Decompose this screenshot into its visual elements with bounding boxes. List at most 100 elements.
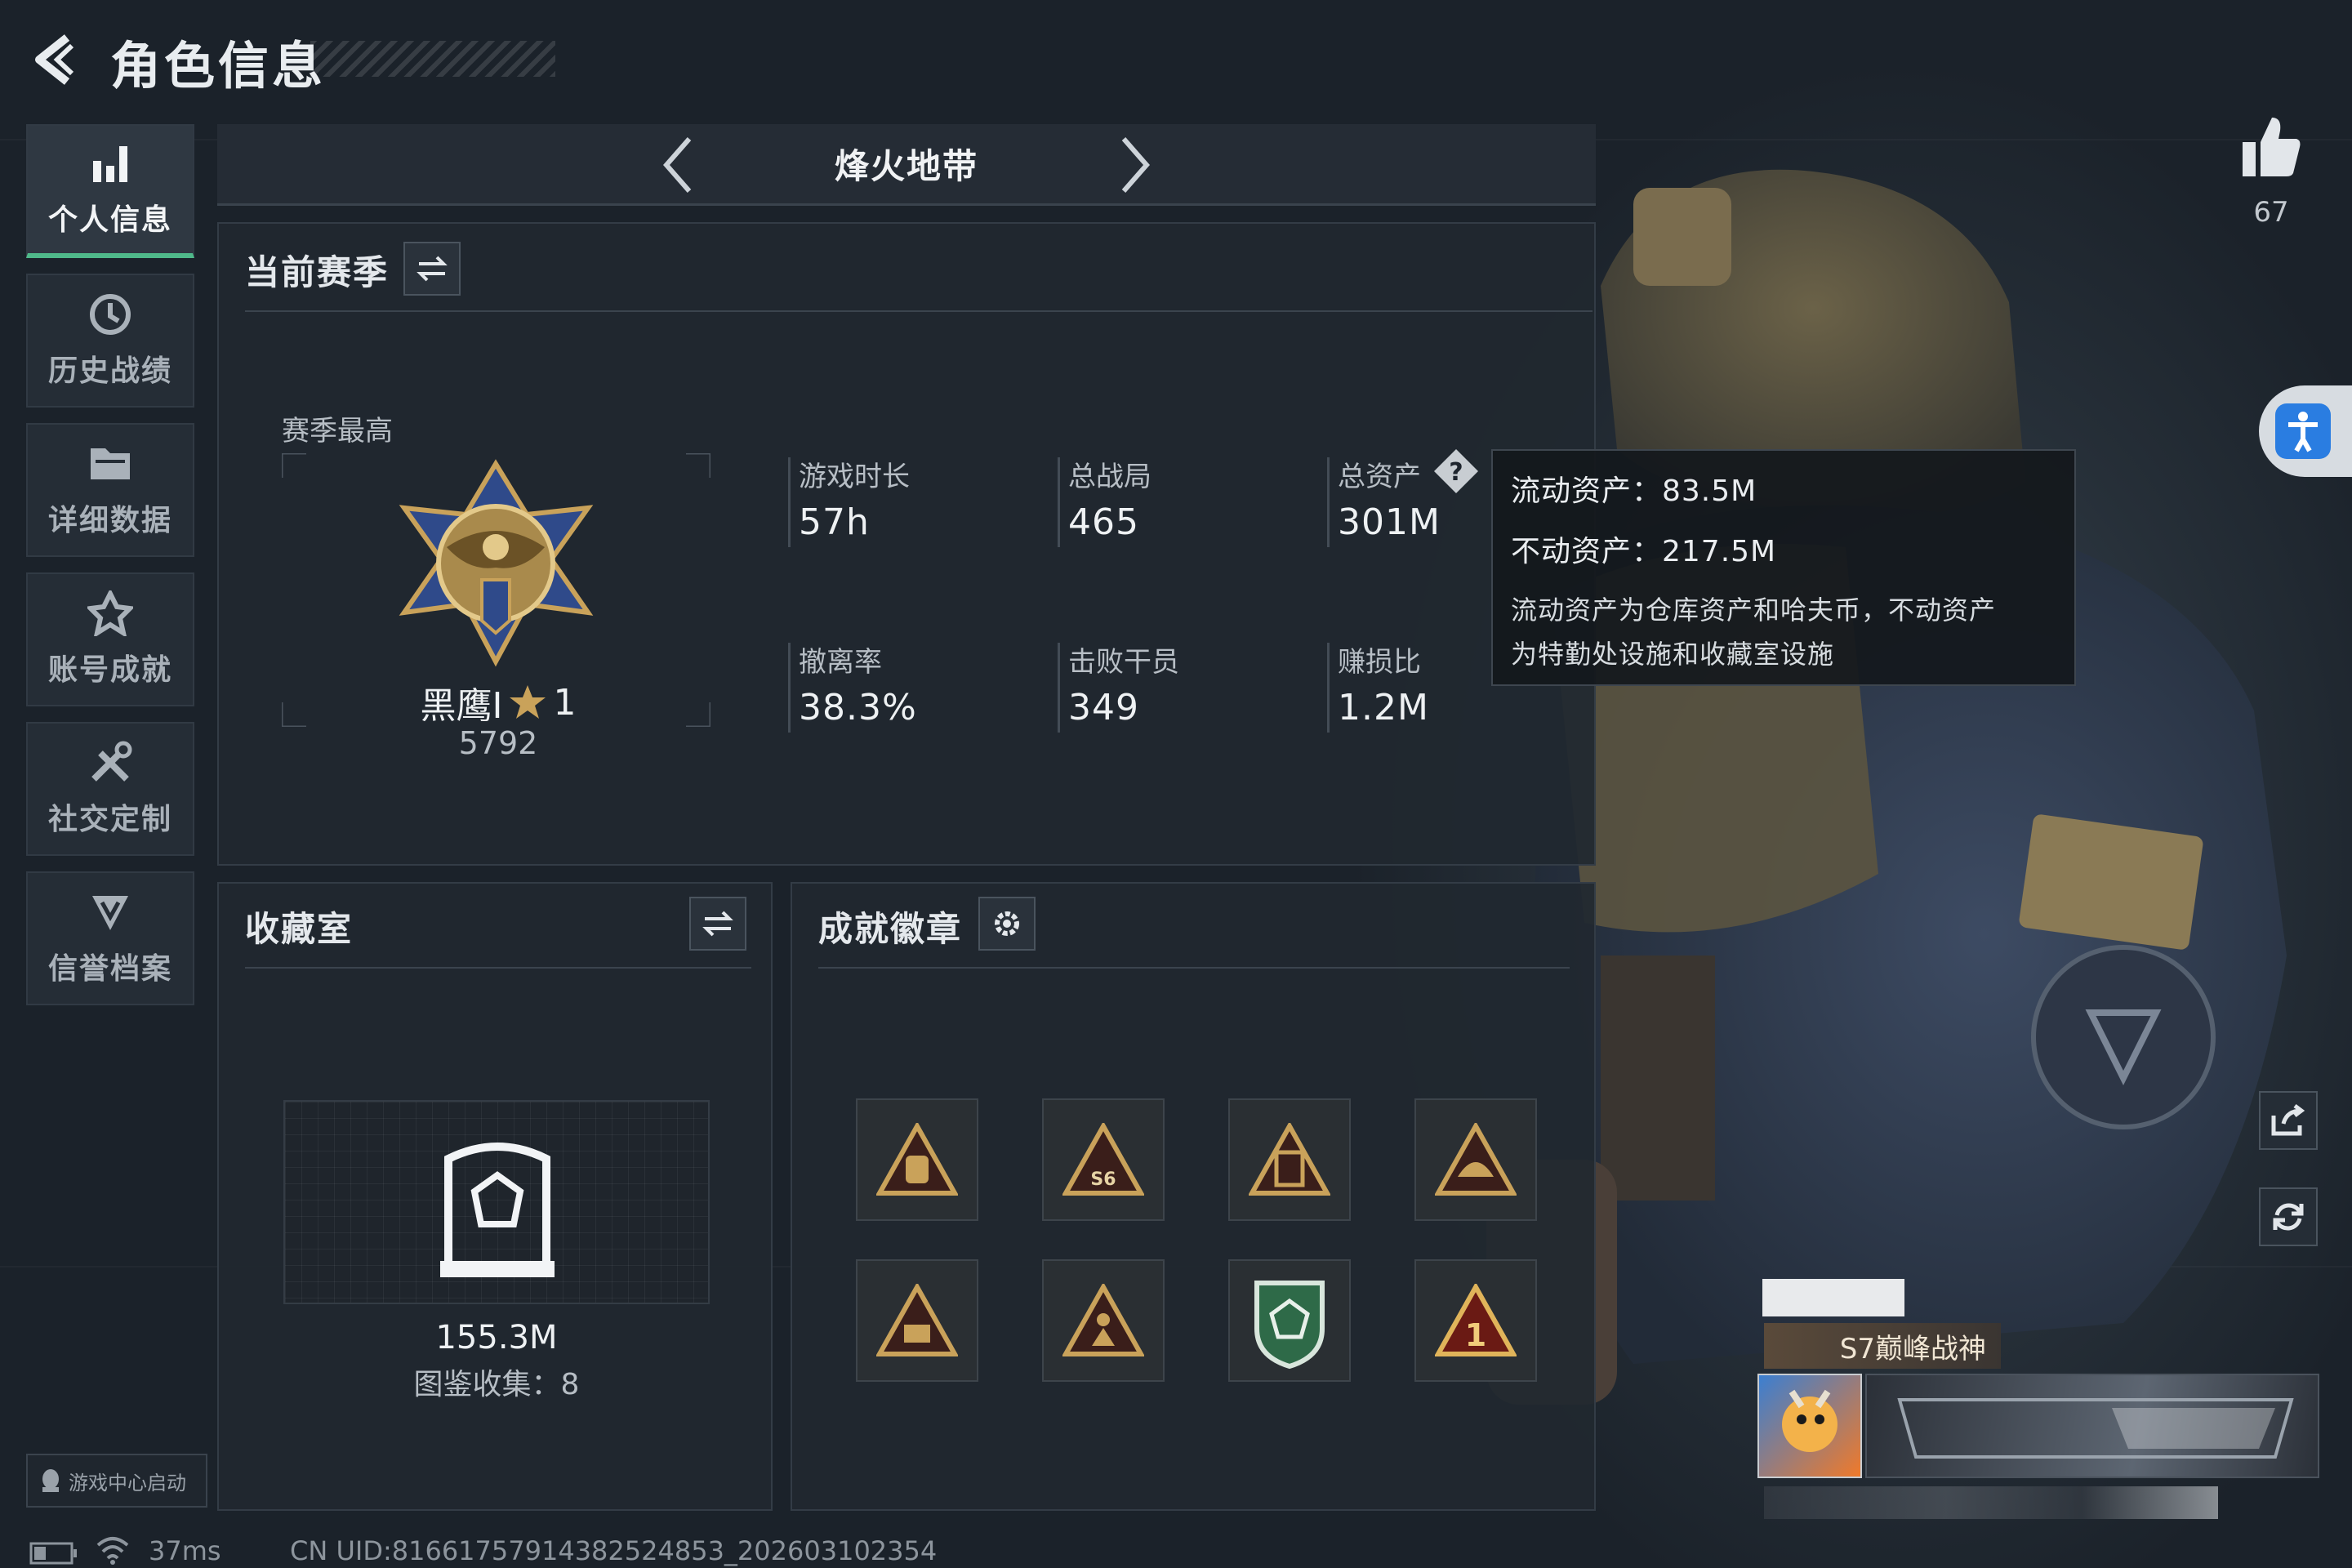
sidebar-item-detail-data[interactable]: 详细数据 xyxy=(26,423,194,557)
achievement-badge[interactable] xyxy=(1228,1259,1351,1382)
stat-extract-rate-value: 38.3% xyxy=(799,687,917,728)
achievement-badge[interactable] xyxy=(1414,1098,1537,1221)
shield-v-icon xyxy=(86,889,135,935)
banner-logo xyxy=(1897,1398,2294,1459)
thumbs-up-icon[interactable] xyxy=(2239,114,2303,180)
sidebar-item-label: 历史战绩 xyxy=(47,354,172,388)
rank-name: 黑鹰I xyxy=(420,685,503,727)
redacted-strip xyxy=(1764,1486,2218,1519)
stat-divider xyxy=(1058,457,1060,547)
sidebar-item-history[interactable]: 历史战绩 xyxy=(26,274,194,408)
season-title: 当前赛季 xyxy=(245,252,390,292)
battery-icon xyxy=(29,1542,77,1565)
stat-total-assets-label: 总资产 xyxy=(1338,461,1421,493)
bar-chart-icon xyxy=(86,140,135,186)
rank-name-row: 黑鹰I 1 xyxy=(368,676,629,728)
assets-tooltip: 流动资产：83.5M 不动资产：217.5M 流动资产为仓库资产和哈夫币，不动资… xyxy=(1491,449,2076,686)
map-name: 烽火地带 xyxy=(834,146,978,186)
name-redacted xyxy=(1762,1279,1904,1316)
avatar[interactable] xyxy=(1757,1374,1862,1478)
achievements-title: 成就徽章 xyxy=(818,909,963,949)
achievement-badge[interactable]: S6 xyxy=(1042,1098,1165,1221)
stat-divider xyxy=(1327,457,1330,547)
sidebar-item-label: 个人信息 xyxy=(47,203,172,237)
refresh-icon xyxy=(2273,1203,2304,1231)
game-center-button[interactable]: 游戏中心启动 xyxy=(26,1454,207,1508)
achievement-badge[interactable]: 1 xyxy=(1414,1259,1537,1382)
page-title: 角色信息 xyxy=(110,36,327,96)
divider xyxy=(245,967,751,969)
stat-total-matches-value: 465 xyxy=(1068,501,1139,543)
divider xyxy=(818,967,1570,969)
swap-icon xyxy=(416,256,448,282)
stat-kills-label: 击败干员 xyxy=(1068,646,1179,679)
switch-collection-button[interactable] xyxy=(689,897,746,951)
tools-icon xyxy=(86,740,135,786)
achievement-badge[interactable] xyxy=(1042,1259,1165,1382)
star-icon xyxy=(510,685,546,719)
ping-value: 37ms xyxy=(149,1535,221,1566)
tooltip-description-line1: 流动资产为仓库资产和哈夫币，不动资产 xyxy=(1511,595,1997,626)
stat-play-time-label: 游戏时长 xyxy=(799,461,910,493)
display-case-icon xyxy=(440,1143,555,1277)
uid-text: CN UID:8166175791438252485​3_20260310235… xyxy=(290,1535,938,1566)
rank-emblem-icon xyxy=(399,459,594,667)
collection-preview[interactable] xyxy=(283,1100,710,1304)
sidebar-item-label: 详细数据 xyxy=(47,504,172,537)
sidebar-item-achievements[interactable]: 账号成就 xyxy=(26,572,194,706)
sidebar-item-credit[interactable]: 信誉档案 xyxy=(26,871,194,1005)
chevron-right-icon xyxy=(1121,137,1150,193)
stat-total-assets-value: 301M xyxy=(1338,501,1441,543)
profile-banner-card[interactable] xyxy=(1865,1374,2319,1478)
prev-map-button[interactable] xyxy=(653,131,702,199)
accessibility-button[interactable] xyxy=(2259,385,2352,477)
rank-stars: 1 xyxy=(553,681,577,724)
swap-icon xyxy=(702,911,733,937)
stat-divider xyxy=(788,643,791,733)
back-arrow-icon[interactable] xyxy=(24,31,82,88)
svg-text:1: 1 xyxy=(1465,1317,1486,1353)
chevron-left-icon xyxy=(663,137,692,193)
history-clock-icon xyxy=(86,292,135,337)
help-icon[interactable]: ? xyxy=(1432,448,1480,495)
divider xyxy=(245,310,1592,312)
achievement-settings-button[interactable] xyxy=(978,897,1036,951)
accessibility-icon xyxy=(2275,403,2331,459)
wifi-icon xyxy=(96,1537,129,1565)
sidebar-item-label: 信誉档案 xyxy=(47,952,172,986)
collection-count: 图鉴收集：8 xyxy=(413,1368,580,1401)
gear-icon xyxy=(995,911,1019,936)
share-icon xyxy=(2271,1104,2305,1136)
stat-divider xyxy=(1327,643,1330,733)
achievement-badge[interactable] xyxy=(856,1098,978,1221)
stat-kills-value: 349 xyxy=(1068,687,1139,728)
folder-icon xyxy=(86,441,135,487)
stat-total-matches-label: 总战局 xyxy=(1068,461,1152,493)
sidebar-item-personal-info[interactable]: 个人信息 xyxy=(26,124,194,258)
sidebar-item-label: 账号成就 xyxy=(47,653,172,687)
title-decoration xyxy=(310,41,555,77)
next-map-button[interactable] xyxy=(1111,131,1160,199)
achievement-icon xyxy=(86,590,135,636)
refresh-button[interactable] xyxy=(2259,1187,2318,1246)
stat-divider xyxy=(1058,643,1060,733)
game-center-label: 游戏中心启动 xyxy=(69,1471,186,1494)
stat-profit-ratio-value: 1.2M xyxy=(1338,687,1429,728)
achievement-badge[interactable] xyxy=(1228,1098,1351,1221)
like-count: 67 xyxy=(2253,196,2289,229)
season-title-tag: S7巅峰战神 xyxy=(1764,1323,2001,1369)
stat-play-time-value: 57h xyxy=(799,501,870,543)
switch-season-button[interactable] xyxy=(403,242,461,296)
season-title-text: S7巅峰战神 xyxy=(1839,1332,1986,1365)
stat-divider xyxy=(788,457,791,547)
sidebar-item-label: 社交定制 xyxy=(47,803,172,836)
share-button[interactable] xyxy=(2259,1091,2318,1150)
sidebar-item-social[interactable]: 社交定制 xyxy=(26,722,194,856)
season-best-label: 赛季最高 xyxy=(282,415,393,448)
collection-value: 155.3M xyxy=(435,1319,558,1356)
svg-text:?: ? xyxy=(1449,458,1463,487)
rank-points: 5792 xyxy=(458,725,538,761)
collection-title: 收藏室 xyxy=(245,909,354,949)
achievement-badge[interactable] xyxy=(856,1259,978,1382)
stat-extract-rate-label: 撤离率 xyxy=(799,646,882,679)
